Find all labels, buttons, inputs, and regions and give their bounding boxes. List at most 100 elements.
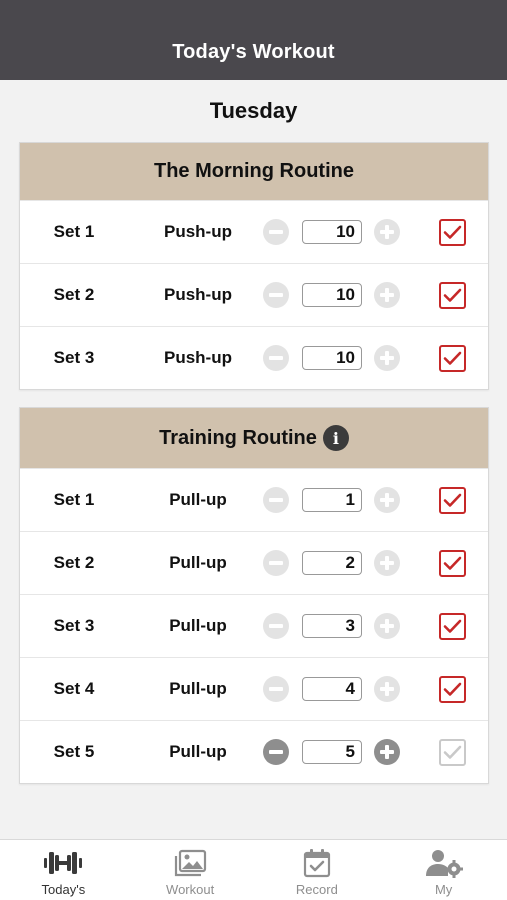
increment-button[interactable] <box>374 739 400 765</box>
top-nav-bar: Today's Workout <box>0 0 507 80</box>
tab-workout[interactable]: Workout <box>127 840 254 900</box>
minus-icon <box>269 230 283 234</box>
done-checkbox[interactable] <box>439 219 466 246</box>
done-checkbox[interactable] <box>439 613 466 640</box>
decrement-button[interactable] <box>263 676 289 702</box>
tab-record[interactable]: Record <box>254 840 381 900</box>
checkmark-icon <box>443 556 462 570</box>
routine-title: Training Routine <box>159 426 317 449</box>
set-row: Set 2 Push-up 10 <box>20 263 488 326</box>
user-settings-icon <box>425 847 463 879</box>
plus-icon <box>380 493 394 507</box>
routine-header: Training Routine i <box>20 408 488 468</box>
exercise-name: Push-up <box>164 285 232 304</box>
exercise-name: Push-up <box>164 348 232 367</box>
set-row: Set 5 Pull-up 5 <box>20 720 488 783</box>
page-title: Today's Workout <box>172 41 335 63</box>
set-row: Set 3 Push-up 10 <box>20 326 488 389</box>
reps-field[interactable]: 1 <box>302 488 362 512</box>
set-row: Set 1 Pull-up 1 <box>20 468 488 531</box>
set-row: Set 2 Pull-up 2 <box>20 531 488 594</box>
reps-field[interactable]: 10 <box>302 220 362 244</box>
decrement-button[interactable] <box>263 219 289 245</box>
increment-button[interactable] <box>374 676 400 702</box>
minus-icon <box>269 561 283 565</box>
done-checkbox[interactable] <box>439 676 466 703</box>
done-checkbox[interactable] <box>439 487 466 514</box>
info-icon[interactable]: i <box>322 425 349 451</box>
decrement-button[interactable] <box>263 550 289 576</box>
done-checkbox[interactable] <box>439 550 466 577</box>
minus-icon <box>269 624 283 628</box>
tab-bar: Today's Workout Record My <box>0 839 507 900</box>
tab-my[interactable]: My <box>380 840 507 900</box>
set-label: Set 2 <box>53 285 95 304</box>
dumbbell-icon <box>43 847 83 879</box>
set-label: Set 5 <box>53 742 95 761</box>
set-row: Set 1 Push-up 10 <box>20 200 488 263</box>
tab-label: Record <box>295 882 338 897</box>
done-checkbox[interactable] <box>439 739 466 766</box>
increment-button[interactable] <box>374 282 400 308</box>
exercise-name: Push-up <box>164 222 232 241</box>
exercise-name: Pull-up <box>169 742 227 761</box>
checkmark-icon <box>443 351 462 365</box>
tab-label: Workout <box>166 882 215 897</box>
checkmark-icon <box>443 682 462 696</box>
decrement-button[interactable] <box>263 739 289 765</box>
tab-label: My <box>434 882 453 897</box>
set-label: Set 2 <box>53 553 95 572</box>
exercise-name: Pull-up <box>169 616 227 635</box>
exercise-name: Pull-up <box>169 490 227 509</box>
set-label: Set 1 <box>53 222 95 241</box>
exercise-name: Pull-up <box>169 679 227 698</box>
routine-card-training: Training Routine i Set 1 Pull-up 1 Set 2… <box>19 407 489 784</box>
minus-icon <box>269 356 283 360</box>
minus-icon <box>269 687 283 691</box>
increment-button[interactable] <box>374 550 400 576</box>
plus-icon <box>380 225 394 239</box>
routine-header: The Morning Routine <box>20 143 488 200</box>
decrement-button[interactable] <box>263 345 289 371</box>
plus-icon <box>380 288 394 302</box>
day-label: Tuesday <box>209 98 298 123</box>
increment-button[interactable] <box>374 219 400 245</box>
exercise-name: Pull-up <box>169 553 227 572</box>
routine-card-morning: The Morning Routine Set 1 Push-up 10 Set… <box>19 142 489 390</box>
tab-todays[interactable]: Today's <box>0 840 127 900</box>
minus-icon <box>269 750 283 754</box>
set-label: Set 4 <box>53 679 95 698</box>
increment-button[interactable] <box>374 613 400 639</box>
done-checkbox[interactable] <box>439 282 466 309</box>
reps-field[interactable]: 10 <box>302 283 362 307</box>
set-row: Set 3 Pull-up 3 <box>20 594 488 657</box>
checkmark-icon <box>443 225 462 239</box>
increment-button[interactable] <box>374 487 400 513</box>
gallery-icon <box>173 847 207 879</box>
reps-field[interactable]: 3 <box>302 614 362 638</box>
reps-field[interactable]: 10 <box>302 346 362 370</box>
done-checkbox[interactable] <box>439 345 466 372</box>
reps-field[interactable]: 4 <box>302 677 362 701</box>
plus-icon <box>380 351 394 365</box>
decrement-button[interactable] <box>263 487 289 513</box>
decrement-button[interactable] <box>263 613 289 639</box>
reps-field[interactable]: 5 <box>302 740 362 764</box>
increment-button[interactable] <box>374 345 400 371</box>
checkmark-icon <box>443 288 462 302</box>
plus-icon <box>380 619 394 633</box>
routine-title: The Morning Routine <box>154 160 354 182</box>
set-label: Set 3 <box>53 348 95 367</box>
set-row: Set 4 Pull-up 4 <box>20 657 488 720</box>
minus-icon <box>269 293 283 297</box>
checkmark-icon <box>443 745 462 759</box>
minus-icon <box>269 498 283 502</box>
reps-field[interactable]: 2 <box>302 551 362 575</box>
decrement-button[interactable] <box>263 282 289 308</box>
calendar-check-icon <box>302 847 332 879</box>
plus-icon <box>380 556 394 570</box>
checkmark-icon <box>443 619 462 633</box>
tab-label: Today's <box>41 882 86 897</box>
plus-icon <box>380 682 394 696</box>
set-label: Set 1 <box>53 490 95 509</box>
